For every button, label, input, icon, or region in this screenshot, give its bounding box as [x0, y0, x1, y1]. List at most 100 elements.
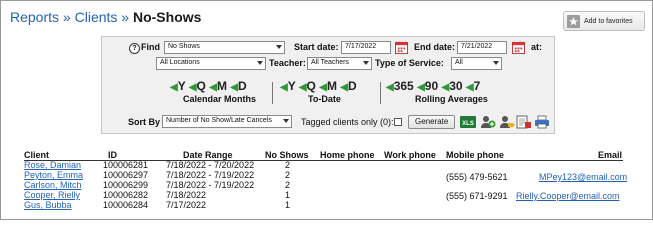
rolling-averages-nav: ◀365 ◀90 ◀30 ◀7: [386, 79, 480, 93]
rolling-365-button[interactable]: ◀365: [386, 79, 414, 93]
client-id: 100006281: [103, 160, 149, 170]
breadcrumb-clients-link[interactable]: Clients: [75, 9, 118, 25]
arrow-left-icon: ◀: [298, 82, 307, 93]
type-of-service-select-value: All: [455, 59, 463, 66]
sort-by-label: Sort By: [128, 117, 161, 127]
find-label: Find: [141, 42, 160, 52]
find-select-value: No Shows: [168, 43, 200, 50]
teacher-label: Teacher:: [269, 58, 306, 68]
calendar-quarter-button[interactable]: ◀Q: [189, 79, 206, 93]
excel-icon[interactable]: XLS: [460, 115, 476, 129]
column-header-no-shows: No Shows: [265, 150, 309, 160]
divider: [380, 82, 381, 104]
arrow-left-icon: ◀: [417, 82, 425, 93]
no-shows-count: 2: [285, 170, 291, 180]
find-select[interactable]: No Shows: [164, 41, 285, 54]
chevron-down-icon: [493, 61, 499, 65]
printer-icon[interactable]: [534, 115, 550, 129]
calendar-year-button[interactable]: ◀Y: [170, 79, 186, 93]
email-link[interactable]: MPey123@email.com: [539, 172, 627, 182]
generate-button-label: Generate: [415, 117, 449, 126]
user-tag-icon[interactable]: [499, 115, 515, 129]
tagged-clients-checkbox[interactable]: [394, 118, 402, 126]
rolling-90-button[interactable]: ◀90: [417, 79, 438, 93]
filter-panel: ? Find No Shows Start date: 7/17/2022 En…: [101, 36, 555, 134]
breadcrumb: Reports » Clients » No-Shows: [10, 9, 201, 25]
generate-button[interactable]: Generate: [408, 115, 456, 129]
to-date-caption: To-Date: [308, 94, 341, 104]
mobile-phone: (555) 479-5621: [446, 172, 508, 182]
breadcrumb-reports-link[interactable]: Reports: [10, 9, 59, 25]
start-date-input[interactable]: 7/17/2022: [341, 41, 391, 54]
column-header-client: Client: [24, 150, 50, 160]
date-range: 7/18/2022 - 7/19/2022: [166, 170, 255, 180]
column-header-email: Email: [598, 150, 623, 160]
help-icon[interactable]: ?: [129, 43, 140, 54]
email-link[interactable]: Rielly.Cooper@email.com: [516, 191, 620, 201]
add-to-favorites-button[interactable]: Add to favorites: [563, 11, 645, 31]
calendar-icon[interactable]: [512, 41, 525, 54]
add-to-favorites-label: Add to favorites: [584, 17, 633, 25]
tagged-clients-label: Tagged clients only (0):: [301, 117, 394, 127]
svg-text:XLS: XLS: [462, 121, 474, 127]
calendar-day-button[interactable]: ◀D: [230, 79, 246, 93]
star-icon: [567, 14, 580, 28]
divider: [272, 82, 273, 104]
breadcrumb-separator: »: [62, 9, 71, 25]
no-shows-count: 2: [285, 180, 291, 190]
column-header-date-range: Date Range: [183, 150, 233, 160]
todate-quarter-button[interactable]: ◀Q: [299, 79, 316, 93]
sort-by-select[interactable]: Number of No Show/Late Cancels: [162, 115, 292, 128]
client-name-link[interactable]: Rose, Damian: [24, 160, 81, 170]
todate-day-button[interactable]: ◀D: [340, 79, 356, 93]
location-select[interactable]: All Locations: [156, 57, 266, 70]
date-range: 7/18/2022: [166, 190, 207, 200]
arrow-left-icon: ◀: [230, 82, 238, 93]
no-shows-count: 1: [285, 200, 291, 210]
breadcrumb-separator: »: [121, 9, 130, 25]
print-icon[interactable]: [516, 115, 532, 129]
client-name-link[interactable]: Cooper, Rielly: [24, 190, 80, 200]
calendar-months-caption: Calendar Months: [183, 94, 257, 104]
chevron-down-icon: [363, 61, 369, 65]
arrow-left-icon: ◀: [465, 82, 474, 93]
at-label: at:: [531, 42, 542, 52]
start-date-label: Start date:: [294, 42, 339, 52]
client-id: 100006299: [103, 180, 149, 190]
to-date-nav: ◀Y ◀Q ◀M ◀D: [280, 79, 357, 93]
calendar-icon[interactable]: [395, 41, 408, 54]
column-header-id: ID: [108, 150, 117, 160]
todate-year-button[interactable]: ◀Y: [280, 79, 296, 93]
page-title: No-Shows: [132, 9, 202, 25]
client-name-link[interactable]: Gus, Bubba: [24, 200, 72, 210]
mobile-phone: (555) 671-9291: [446, 191, 508, 201]
column-header-home-phone: Home phone: [320, 150, 375, 160]
client-name-link[interactable]: Peyton, Emma: [24, 170, 83, 180]
location-select-value: All Locations: [160, 59, 200, 66]
teacher-select-value: All Teachers: [311, 59, 350, 66]
date-range: 7/18/2022 - 7/19/2022: [166, 180, 255, 190]
sort-by-select-value: Number of No Show/Late Cancels: [166, 117, 272, 124]
teacher-select[interactable]: All Teachers: [307, 57, 372, 70]
no-shows-count: 1: [285, 190, 291, 200]
rolling-averages-caption: Rolling Averages: [415, 94, 488, 104]
todate-month-button[interactable]: ◀M: [319, 79, 337, 93]
end-date-input[interactable]: 7/21/2022: [457, 41, 507, 54]
client-id: 100006297: [103, 170, 149, 180]
calendar-month-button[interactable]: ◀M: [209, 79, 227, 93]
client-id: 100006284: [103, 200, 149, 210]
chevron-down-icon: [283, 119, 289, 123]
arrow-left-icon: ◀: [280, 82, 288, 93]
arrow-left-icon: ◀: [209, 82, 217, 93]
rolling-30-button[interactable]: ◀30: [441, 79, 462, 93]
chevron-down-icon: [257, 61, 263, 65]
type-of-service-select[interactable]: All: [451, 57, 502, 70]
start-date-value: 7/17/2022: [345, 43, 377, 50]
column-header-work-phone: Work phone: [384, 150, 436, 160]
user-add-icon[interactable]: [480, 115, 496, 129]
client-name-link[interactable]: Carlson, Mitch: [24, 180, 82, 190]
arrow-left-icon: ◀: [170, 82, 178, 93]
client-id: 100006282: [103, 190, 149, 200]
chevron-down-icon: [276, 45, 282, 49]
rolling-7-button[interactable]: ◀7: [466, 79, 480, 93]
